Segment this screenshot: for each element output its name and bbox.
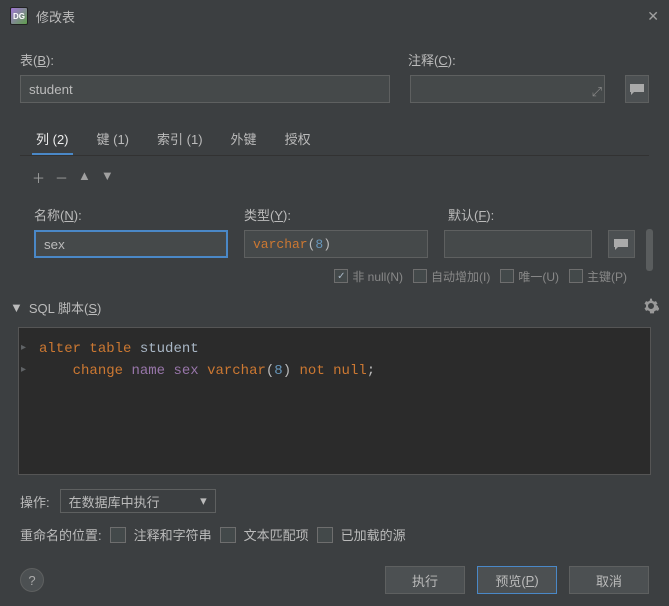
name-label: 名称(N):	[34, 205, 228, 224]
scrollbar[interactable]	[646, 229, 653, 271]
table-label: 表(B):	[20, 50, 408, 69]
chevron-down-icon: ▾	[200, 493, 207, 509]
sql-script-label: SQL 脚本(S)	[29, 298, 643, 317]
default-label: 默认(F):	[448, 205, 598, 224]
rename-comments-checkbox[interactable]	[110, 527, 126, 543]
window-title: 修改表	[36, 7, 639, 26]
sql-editor[interactable]: ▸▸ alter table student change name sex v…	[18, 327, 651, 475]
help-button[interactable]: ?	[20, 568, 44, 592]
move-up-icon[interactable]: ▲	[78, 168, 91, 187]
type-label: 类型(Y):	[244, 205, 432, 224]
preview-button[interactable]: 预览(P)	[477, 566, 557, 594]
expand-icon[interactable]: ⤢	[592, 84, 602, 100]
tabs: 列 (2) 键 (1) 索引 (1) 外键 授权	[20, 123, 649, 154]
operation-select[interactable]: 在数据库中执行 ▾	[60, 489, 216, 513]
tab-indexes[interactable]: 索引 (1)	[153, 123, 207, 154]
table-name-input[interactable]	[20, 75, 390, 103]
default-side-button[interactable]	[608, 230, 635, 258]
column-name-input[interactable]	[34, 230, 228, 258]
cancel-button[interactable]: 取消	[569, 566, 649, 594]
tab-foreign-keys[interactable]: 外键	[227, 123, 261, 154]
column-type-input[interactable]: varchar(8)	[244, 230, 428, 258]
tab-columns[interactable]: 列 (2)	[32, 123, 73, 154]
comment-label: 注释(C):	[408, 50, 649, 69]
comment-input[interactable]: ⤢	[410, 75, 605, 103]
remove-icon[interactable]: －	[55, 168, 68, 187]
move-down-icon[interactable]: ▼	[101, 168, 114, 187]
autoinc-checkbox[interactable]	[413, 269, 427, 283]
add-icon[interactable]: ＋	[32, 168, 45, 187]
rename-loaded-checkbox[interactable]	[317, 527, 333, 543]
gear-icon[interactable]	[643, 298, 659, 317]
rename-text-checkbox[interactable]	[220, 527, 236, 543]
collapse-icon[interactable]: ▼	[10, 300, 23, 315]
unique-checkbox[interactable]	[500, 269, 514, 283]
column-default-input[interactable]	[444, 230, 591, 258]
comment-side-button[interactable]	[625, 75, 649, 103]
pk-checkbox[interactable]	[569, 269, 583, 283]
tab-grants[interactable]: 授权	[281, 123, 315, 154]
app-icon: DG	[10, 7, 28, 25]
execute-button[interactable]: 执行	[385, 566, 465, 594]
operation-label: 操作:	[20, 492, 50, 511]
notnull-checkbox[interactable]	[334, 269, 348, 283]
tab-keys[interactable]: 键 (1)	[93, 123, 134, 154]
rename-label: 重命名的位置:	[20, 525, 102, 544]
close-icon[interactable]: ✕	[647, 8, 659, 25]
